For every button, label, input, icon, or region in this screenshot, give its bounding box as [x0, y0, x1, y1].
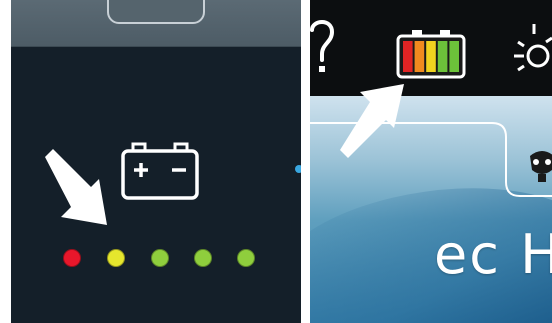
pointer-arrow	[45, 149, 107, 225]
left-panel	[11, 0, 301, 323]
edge-indicator	[295, 165, 301, 173]
indicator-dot-red	[63, 249, 81, 267]
battery-segment	[449, 41, 459, 72]
indicator-dot-green-1	[151, 249, 169, 267]
battery-segment	[426, 41, 436, 72]
pointer-arrow-right	[340, 84, 404, 158]
light-icon[interactable]	[512, 22, 552, 82]
battery-segment	[437, 41, 448, 72]
battery-icon	[121, 142, 199, 200]
brand-text: ec H	[434, 223, 552, 286]
indicator-dot-yellow	[107, 249, 125, 267]
battery-level-icon[interactable]	[396, 29, 466, 79]
battery-segment	[414, 41, 425, 72]
mode-icon[interactable]	[522, 142, 552, 184]
battery-segment	[403, 41, 413, 72]
indicator-dot-green-2	[194, 249, 212, 267]
question-mark-icon[interactable]	[310, 16, 336, 76]
indicator-dot-green-3	[237, 249, 255, 267]
right-panel: ec H	[310, 0, 552, 323]
top-bar	[11, 0, 301, 47]
top-tab[interactable]	[107, 0, 205, 24]
